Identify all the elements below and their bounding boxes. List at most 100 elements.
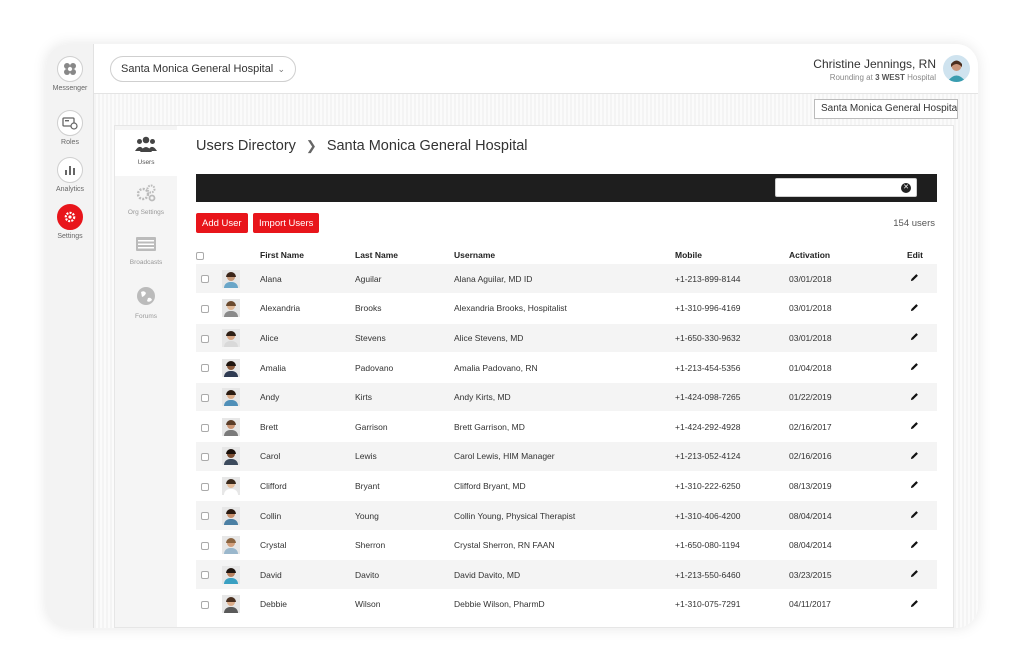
pencil-icon[interactable] [910, 540, 919, 551]
table-row[interactable]: Alexandria Brooks Alexandria Brooks, Hospi… [196, 293, 937, 324]
cell-activation: 03/23/2015 [789, 559, 884, 591]
import-users-button[interactable]: Import Users [253, 213, 320, 233]
table-row[interactable]: Crystal Sherron Crystal Sherron, RN FAAN +1… [196, 530, 937, 561]
cell-mobile: +1-424-098-7265 [675, 382, 789, 413]
cell-last-name: Davito [355, 559, 454, 591]
subnav-item-org-settings[interactable]: Org Settings [115, 184, 177, 224]
rail-item-analytics[interactable]: Analytics [46, 157, 94, 193]
header-mobile[interactable]: Mobile [675, 246, 789, 264]
cell-edit [884, 264, 937, 295]
subnav-item-forums[interactable]: Forums [115, 286, 177, 326]
avatar[interactable] [943, 55, 970, 82]
table-row[interactable]: Alice Stevens Alice Stevens, MD +1-650-330-… [196, 323, 937, 354]
cell-mobile: +1-310-406-4200 [675, 500, 789, 531]
pencil-icon[interactable] [910, 480, 919, 491]
row-checkbox[interactable] [201, 423, 209, 432]
row-checkbox[interactable] [201, 364, 209, 373]
avatar [222, 358, 240, 377]
cell-edit [884, 559, 937, 591]
avatar [222, 536, 240, 555]
row-checkbox[interactable] [201, 482, 209, 491]
breadcrumb: Users Directory ❯ Santa Monica General Hos… [196, 138, 528, 154]
table-row[interactable]: Alana Aguilar Alana Aguilar, MD ID +1-213-8… [196, 264, 937, 295]
cell-edit [884, 382, 937, 413]
hospital-field[interactable]: Santa Monica General Hospital [814, 99, 958, 119]
cell-username: Alice Stevens, MD [454, 323, 675, 354]
cell-last-name: Stevens [355, 323, 454, 354]
row-checkbox[interactable] [201, 601, 209, 610]
table-row[interactable]: Andy Kirts Andy Kirts, MD +1-424-098-7265 01… [196, 382, 937, 413]
cell-username: Debbie Wilson, PharmD [454, 589, 675, 620]
row-checkbox-cell [196, 293, 222, 324]
pencil-icon[interactable] [910, 599, 919, 610]
avatar [222, 417, 240, 436]
row-checkbox[interactable] [201, 571, 209, 580]
cell-first-name: Debbie [260, 589, 355, 620]
table-row[interactable]: Amalia Padovano Amalia Padovano, RN +1-213-… [196, 352, 937, 383]
header-edit: Edit [906, 250, 923, 260]
users-table-body: Alana Aguilar Alana Aguilar, MD ID +1-213-8… [196, 264, 937, 620]
row-checkbox[interactable] [201, 541, 209, 550]
header-activation[interactable]: Activation [789, 246, 884, 264]
avatar [222, 565, 240, 584]
row-checkbox[interactable] [201, 453, 209, 462]
pencil-icon[interactable] [910, 421, 919, 432]
breadcrumb-separator: ❯ [305, 138, 317, 153]
cell-mobile: +1-213-454-5356 [675, 352, 789, 383]
row-checkbox[interactable] [201, 393, 209, 402]
row-checkbox[interactable] [201, 305, 209, 314]
cell-activation: 08/04/2014 [789, 530, 884, 561]
pencil-icon[interactable] [910, 332, 919, 343]
pencil-icon[interactable] [910, 362, 919, 373]
avatar [222, 299, 240, 318]
table-row[interactable]: Debbie Wilson Debbie Wilson, PharmD +1-310-… [196, 589, 937, 620]
cell-mobile: +1-650-330-9632 [675, 323, 789, 354]
app-window: Messenger Roles Analytics Settings Santa… [46, 44, 978, 628]
row-checkbox[interactable] [201, 512, 209, 521]
table-row[interactable]: Carol Lewis Carol Lewis, HIM Manager +1-213… [196, 441, 937, 472]
pencil-icon[interactable] [910, 303, 919, 314]
cell-edit [884, 323, 937, 354]
cell-activation: 03/01/2018 [789, 264, 884, 295]
table-row[interactable]: Collin Young Collin Young, Physical Therap… [196, 500, 937, 531]
header-last-name[interactable]: Last Name [355, 246, 454, 264]
row-checkbox[interactable] [201, 275, 209, 284]
settings-subnav: Users Org Settings Broadcasts Forums [115, 126, 177, 627]
breadcrumb-current: Santa Monica General Hospital [326, 138, 528, 154]
user-name: Christine Jennings, RN [813, 57, 936, 71]
search-input[interactable] [775, 178, 917, 197]
header-first-name[interactable]: First Name [260, 246, 355, 264]
rail-item-roles[interactable]: Roles [46, 110, 94, 146]
cell-edit [884, 530, 937, 561]
rail-item-messenger[interactable]: Messenger [46, 56, 94, 92]
breadcrumb-root[interactable]: Users Directory [196, 138, 296, 154]
pencil-icon[interactable] [910, 273, 919, 284]
pencil-icon[interactable] [910, 392, 919, 403]
cell-first-name: Clifford [260, 471, 355, 502]
subnav-item-broadcasts[interactable]: Broadcasts [115, 236, 177, 276]
clear-icon[interactable]: ✕ [901, 183, 911, 193]
table-row[interactable]: David Davito David Davito, MD +1-213-550-64… [196, 559, 937, 591]
rail-item-settings[interactable]: Settings [46, 204, 94, 240]
avatar [222, 447, 240, 466]
cell-last-name: Young [355, 500, 454, 531]
row-checkbox[interactable] [201, 334, 209, 343]
cell-mobile: +1-424-292-4928 [675, 411, 789, 443]
header-username[interactable]: Username [454, 246, 675, 264]
table-row[interactable]: Clifford Bryant Clifford Bryant, MD +1-310-… [196, 471, 937, 502]
pencil-icon[interactable] [910, 451, 919, 462]
cell-last-name: Wilson [355, 589, 454, 620]
cell-last-name: Lewis [355, 441, 454, 472]
add-user-button[interactable]: Add User [196, 213, 248, 233]
cell-activation: 02/16/2017 [789, 411, 884, 443]
cell-last-name: Kirts [355, 382, 454, 413]
subnav-item-users[interactable]: Users [115, 130, 177, 176]
pencil-icon[interactable] [910, 510, 919, 521]
organization-select[interactable]: Santa Monica General Hospital ⌄ [110, 56, 296, 82]
table-row[interactable]: Brett Garrison Brett Garrison, MD +1-424-29… [196, 411, 937, 443]
select-all-checkbox[interactable] [196, 251, 204, 260]
pencil-icon[interactable] [910, 569, 919, 580]
row-photo-cell [222, 264, 260, 295]
cell-activation: 03/01/2018 [789, 323, 884, 354]
cell-activation: 01/04/2018 [789, 352, 884, 383]
